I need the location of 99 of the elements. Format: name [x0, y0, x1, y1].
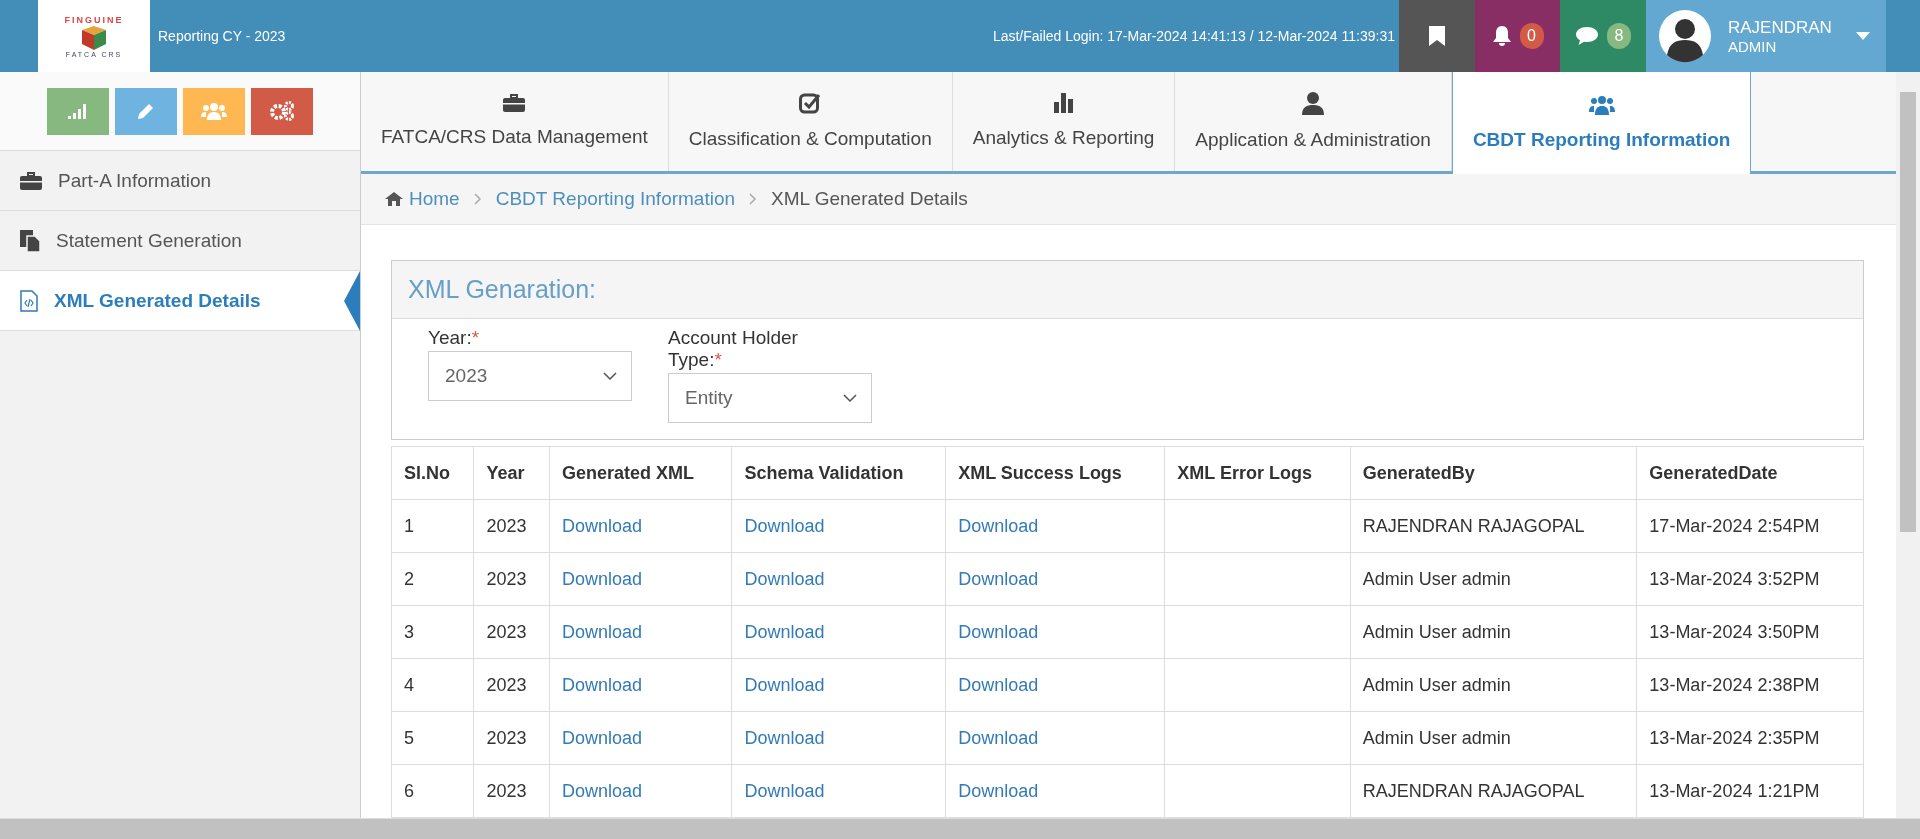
table-cell: 4 — [391, 658, 474, 712]
download-link[interactable]: Download — [958, 568, 1039, 589]
reporting-year: Reporting CY - 2023 — [158, 28, 286, 44]
users-icon — [201, 102, 227, 120]
table-cell: 2023 — [473, 552, 550, 606]
download-link[interactable]: Download — [744, 621, 825, 642]
breadcrumb-current: XML Generated Details — [771, 187, 968, 210]
download-link[interactable]: Download — [744, 568, 825, 589]
home-icon — [385, 191, 403, 206]
column-header: Sl.No — [391, 446, 474, 500]
download-link[interactable]: Download — [562, 727, 643, 748]
signal-bars-icon — [68, 103, 88, 119]
chat-bubble-icon — [1575, 26, 1599, 46]
table-cell: 3 — [391, 605, 474, 659]
select-field[interactable]: 2023 — [428, 351, 632, 401]
column-header: Year — [473, 446, 550, 500]
shortcut-button[interactable] — [251, 87, 313, 135]
table-cell: RAJENDRAN RAJAGOPAL — [1350, 499, 1637, 553]
bookmark-button[interactable] — [1399, 0, 1475, 72]
table-cell: 13-Mar-2024 3:52PM — [1636, 552, 1864, 606]
pencil-icon — [137, 102, 155, 120]
breadcrumb-separator-icon — [749, 192, 758, 205]
column-header: GeneratedBy — [1350, 446, 1637, 500]
sidebar-item[interactable]: XML Generated Details — [0, 271, 360, 331]
table-cell: RAJENDRAN RAJAGOPAL — [1350, 764, 1637, 818]
field-label: Account Holder Type:* — [668, 327, 799, 371]
chevron-down-icon — [843, 394, 857, 402]
selection-pointer-icon — [344, 271, 360, 331]
notification-count: 0 — [1519, 23, 1544, 49]
user-role: ADMIN — [1728, 37, 1777, 55]
avatar-icon — [1658, 9, 1712, 63]
bell-icon — [1491, 25, 1512, 47]
download-link[interactable]: Download — [958, 780, 1039, 801]
download-link[interactable]: Download — [958, 621, 1039, 642]
table-cell: Admin User admin — [1350, 711, 1637, 765]
message-count: 8 — [1607, 23, 1631, 49]
table-cell: 2023 — [473, 499, 550, 553]
table-cell: 13-Mar-2024 2:35PM — [1636, 711, 1864, 765]
breadcrumb-separator-icon — [473, 192, 482, 205]
table-cell: 2 — [391, 552, 474, 606]
user-menu[interactable]: RAJENDRAN ADMIN — [1646, 0, 1886, 72]
download-link[interactable]: Download — [744, 515, 825, 536]
shortcut-button[interactable] — [115, 87, 177, 135]
logo-name: FINGUINE — [64, 14, 124, 25]
checkbox-icon — [799, 92, 822, 115]
column-header: GeneratedDate — [1636, 446, 1864, 500]
download-link[interactable]: Download — [744, 674, 825, 695]
table-cell: 2023 — [473, 711, 550, 765]
table-cell: Admin User admin — [1350, 658, 1637, 712]
panel-title: XML Genaration: — [408, 275, 597, 303]
notifications-button[interactable]: 0 — [1475, 0, 1560, 72]
download-link[interactable]: Download — [744, 780, 825, 801]
user-icon — [1302, 91, 1325, 116]
download-link[interactable]: Download — [562, 515, 643, 536]
login-info: Last/Failed Login: 17-Mar-2024 14:41:13 / 12-Mar-2024 11:39:31 — [992, 28, 1395, 44]
user-name: RAJENDRAN — [1728, 17, 1832, 38]
table-cell: 2023 — [473, 605, 550, 659]
column-header: Schema Validation — [731, 446, 946, 500]
column-header: XML Success Logs — [945, 446, 1165, 500]
vertical-scrollbar[interactable] — [1896, 72, 1920, 818]
bar-chart-icon — [1053, 93, 1074, 114]
download-link[interactable]: Download — [958, 727, 1039, 748]
documents-icon — [20, 229, 40, 252]
code-file-icon — [20, 289, 38, 312]
table-cell: 2023 — [473, 764, 550, 818]
briefcase-icon — [20, 171, 42, 190]
shortcut-button[interactable] — [183, 87, 245, 135]
table-cell: 6 — [391, 764, 474, 818]
column-header: XML Error Logs — [1164, 446, 1351, 500]
download-link[interactable]: Download — [562, 674, 643, 695]
download-link[interactable]: Download — [562, 568, 643, 589]
column-header: Generated XML — [549, 446, 732, 500]
select-field[interactable]: Entity — [668, 373, 872, 423]
download-link[interactable]: Download — [958, 674, 1039, 695]
users-icon — [1588, 94, 1615, 115]
table-cell: Admin User admin — [1350, 605, 1637, 659]
shortcut-button[interactable] — [47, 87, 109, 135]
table-cell: 13-Mar-2024 2:38PM — [1636, 658, 1864, 712]
horizontal-scrollbar[interactable] — [0, 818, 1920, 839]
table-cell: 17-Mar-2024 2:54PM — [1636, 499, 1864, 553]
gears-icon — [270, 101, 294, 121]
download-link[interactable]: Download — [562, 780, 643, 801]
table-cell: Admin User admin — [1350, 552, 1637, 606]
chevron-down-icon — [603, 372, 617, 380]
table-cell: 1 — [391, 499, 474, 553]
table-cell: 13-Mar-2024 3:50PM — [1636, 605, 1864, 659]
download-link[interactable]: Download — [744, 727, 825, 748]
download-link[interactable]: Download — [562, 621, 643, 642]
field-label: Year:* — [428, 327, 481, 349]
caret-icon — [1856, 32, 1870, 40]
breadcrumb-link[interactable]: Home — [385, 187, 460, 210]
table-cell: 2023 — [473, 658, 550, 712]
briefcase-icon — [503, 94, 526, 113]
nav-tab[interactable]: CBDT Reporting Information — [1451, 72, 1752, 174]
table-cell: 13-Mar-2024 1:21PM — [1636, 764, 1864, 818]
bookmark-icon — [1429, 26, 1445, 46]
breadcrumb-link[interactable]: CBDT Reporting Information — [495, 187, 736, 210]
download-link[interactable]: Download — [958, 515, 1039, 536]
table-cell: 5 — [391, 711, 474, 765]
